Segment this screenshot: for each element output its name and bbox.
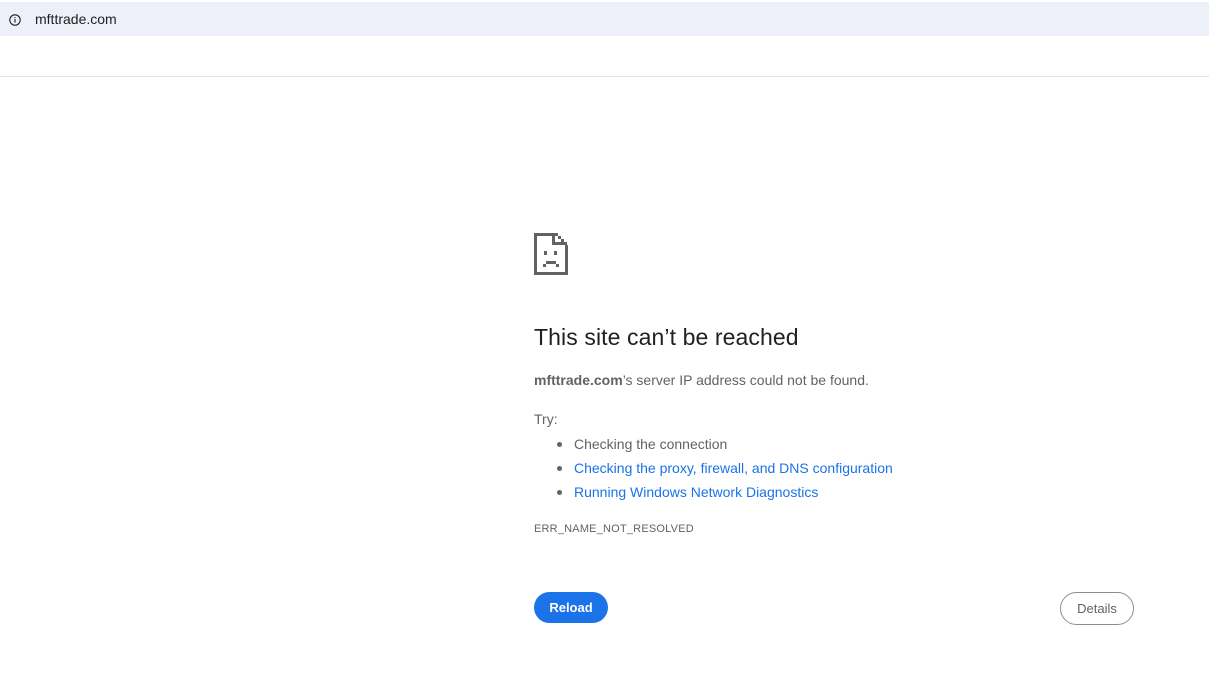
suggestion-network-diagnostics-link[interactable]: Running Windows Network Diagnostics <box>557 480 893 504</box>
details-button[interactable]: Details <box>1060 592 1134 625</box>
toolbar-divider <box>0 76 1209 77</box>
error-title: This site can’t be reached <box>534 324 799 350</box>
suggestion-check-proxy-link[interactable]: Checking the proxy, firewall, and DNS co… <box>557 456 893 480</box>
reload-button[interactable]: Reload <box>534 592 608 623</box>
address-bar[interactable]: mfttrade.com <box>0 2 1209 36</box>
info-icon[interactable] <box>9 13 21 26</box>
address-bar-url[interactable]: mfttrade.com <box>35 11 117 27</box>
sad-document-icon <box>534 233 568 275</box>
error-summary-text: ’s server IP address could not be found. <box>622 372 869 388</box>
error-summary-host: mfttrade.com <box>534 372 623 388</box>
suggestion-check-connection: Checking the connection <box>557 432 893 456</box>
error-summary: mfttrade.com’s server IP address could n… <box>534 370 869 390</box>
suggestions-list: Checking the connection Checking the pro… <box>534 432 893 504</box>
error-code: ERR_NAME_NOT_RESOLVED <box>534 523 694 535</box>
try-label: Try: <box>534 411 558 427</box>
